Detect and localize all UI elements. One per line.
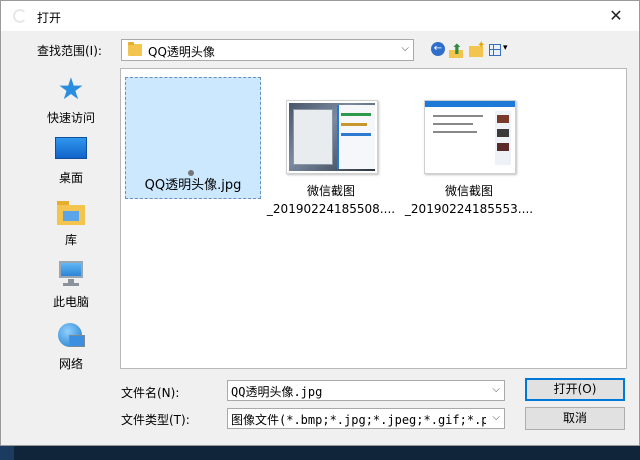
place-label: 网络 xyxy=(58,357,83,371)
filename-field[interactable]: QQ透明头像.jpg ⌵ xyxy=(227,380,505,401)
filename-label: 文件名(N): xyxy=(121,386,180,400)
place-label: 此电脑 xyxy=(52,295,89,309)
desktop-icon xyxy=(55,137,87,165)
file-list[interactable]: QQ透明头像.jpg 微信截图 _20190224185508.... 微信截图 xyxy=(120,68,627,369)
taskbar xyxy=(0,446,640,460)
back-arrow-icon: ← xyxy=(431,42,445,56)
chevron-down-icon: ⌵ xyxy=(492,412,500,423)
place-label: 桌面 xyxy=(58,171,83,185)
app-icon xyxy=(13,9,27,23)
open-button[interactable]: 打开(O) xyxy=(525,378,625,401)
place-quick-access[interactable]: ★ 快速访问 xyxy=(32,75,110,126)
title-bar: 打开 ✕ xyxy=(1,1,639,31)
file-thumbnail xyxy=(263,77,399,181)
chevron-down-icon: ⌵ xyxy=(401,43,409,54)
place-this-pc[interactable]: 此电脑 xyxy=(32,259,110,310)
lookin-combo[interactable]: QQ透明头像 ⌵ xyxy=(121,39,414,61)
open-file-dialog: 打开 ✕ 查找范围(I): QQ透明头像 ⌵ ← ⬆ ✦ ▾ ★ 快速访问 桌面 xyxy=(0,0,640,446)
place-label: 库 xyxy=(64,233,77,247)
filename-value: QQ透明头像.jpg xyxy=(231,385,323,399)
screenshot-thumbnail xyxy=(424,100,516,174)
filetype-label: 文件类型(T): xyxy=(121,413,190,427)
file-thumbnail xyxy=(401,77,537,181)
taskbar-item[interactable] xyxy=(0,446,14,460)
library-icon xyxy=(55,197,87,227)
sparkle-icon: ✦ xyxy=(477,40,486,51)
file-item[interactable]: 微信截图 _20190224185553.... xyxy=(401,77,537,217)
computer-icon xyxy=(55,259,87,289)
file-name: 微信截图 xyxy=(306,184,355,198)
file-item[interactable]: 微信截图 _20190224185508.... xyxy=(263,77,399,217)
filetype-select[interactable]: 图像文件(*.bmp;*.jpg;*.jpeg;*.gif;*.pn ⌵ xyxy=(227,408,505,429)
close-button[interactable]: ✕ xyxy=(601,4,631,28)
cancel-button[interactable]: 取消 xyxy=(525,407,625,430)
network-icon xyxy=(55,321,87,351)
lookin-value: QQ透明头像 xyxy=(148,45,215,59)
star-icon: ★ xyxy=(57,72,85,107)
file-thumbnail: QQ透明头像.jpg xyxy=(125,77,261,199)
back-button[interactable]: ← xyxy=(431,42,447,58)
file-name-suffix: _20190224185508.... xyxy=(266,202,396,216)
file-name: 微信截图 xyxy=(444,184,493,198)
new-folder-button[interactable]: ✦ xyxy=(469,40,486,58)
filetype-value: 图像文件(*.bmp;*.jpg;*.jpeg;*.gif;*.pn xyxy=(231,413,486,427)
places-bar: ★ 快速访问 桌面 库 此电脑 网络 xyxy=(32,71,110,372)
window-title: 打开 xyxy=(37,11,62,25)
transparent-image-thumbnail xyxy=(188,170,194,176)
file-name: QQ透明头像.jpg xyxy=(144,178,242,193)
chevron-down-icon: ▾ xyxy=(503,43,508,53)
place-label: 快速访问 xyxy=(46,111,95,125)
place-network[interactable]: 网络 xyxy=(32,321,110,372)
place-library[interactable]: 库 xyxy=(32,197,110,248)
view-grid-icon xyxy=(489,44,501,56)
file-name-suffix: _20190224185553.... xyxy=(404,202,534,216)
file-item[interactable]: QQ透明头像.jpg xyxy=(125,77,261,199)
view-menu-button[interactable]: ▾ xyxy=(489,42,513,58)
place-desktop[interactable]: 桌面 xyxy=(32,137,110,186)
lookin-label: 查找范围(I): xyxy=(37,44,102,58)
up-arrow-icon: ⬆ xyxy=(451,42,463,58)
up-one-level-button[interactable]: ⬆ xyxy=(449,42,465,58)
chevron-down-icon: ⌵ xyxy=(492,384,500,395)
folder-icon xyxy=(128,42,142,56)
screenshot-thumbnail xyxy=(286,100,378,174)
